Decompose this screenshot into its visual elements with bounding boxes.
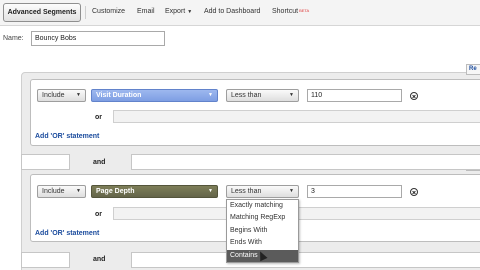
shortcut-button[interactable]: ShortcutBETA [272, 8, 309, 15]
include-dropdown[interactable]: Include ▼ [37, 89, 86, 102]
chevron-down-icon: ▼ [208, 92, 213, 98]
value-input[interactable]: 3 [307, 185, 402, 198]
add-or-statement-link[interactable]: Add 'OR' statement [35, 133, 99, 140]
close-icon[interactable] [410, 188, 418, 196]
operator-label: Less than [231, 92, 262, 99]
export-button[interactable]: Export ▼ [165, 8, 192, 15]
include-label: Include [42, 188, 65, 195]
or-label: or [95, 114, 102, 121]
operator-option[interactable]: Exactly matching [227, 200, 298, 212]
metric-label: Visit Duration [96, 92, 142, 99]
operator-label: Less than [231, 188, 262, 195]
or-label: or [95, 211, 102, 218]
chevron-down-icon: ▼ [76, 92, 81, 98]
metric-label: Page Depth [96, 188, 135, 195]
add-or-statement-link[interactable]: Add 'OR' statement [35, 230, 99, 237]
customize-button[interactable]: Customize [92, 8, 125, 15]
and-spacer-box [131, 252, 480, 268]
metric-dropdown[interactable]: Page Depth ▼ [91, 185, 218, 198]
add-to-dashboard-button[interactable]: Add to Dashboard [204, 8, 260, 15]
chevron-down-icon: ▼ [76, 188, 81, 194]
operator-dropdown[interactable]: Less than ▼ [226, 89, 299, 102]
and-spacer-box [21, 154, 70, 170]
export-label: Export [165, 8, 186, 15]
advanced-segments-button[interactable]: Advanced Segments [3, 3, 81, 22]
include-label: Include [42, 92, 65, 99]
operator-option[interactable]: Matching RegExp [227, 212, 298, 224]
shortcut-label: Shortcut [272, 8, 299, 15]
chevron-down-icon: ▼ [289, 188, 294, 194]
name-label: Name: [3, 35, 24, 42]
operator-dropdown[interactable]: Less than ▼ [226, 185, 299, 198]
include-dropdown[interactable]: Include ▼ [37, 185, 86, 198]
toolbar: Advanced Segments Customize Email Export… [0, 0, 480, 26]
value-input[interactable]: 110 [307, 89, 402, 102]
segment-name-input[interactable]: Bouncy Bobs [31, 31, 165, 46]
or-placeholder [113, 110, 480, 123]
operator-option[interactable]: Ends With [227, 237, 298, 249]
beta-badge: BETA [299, 8, 310, 13]
chevron-down-icon: ▼ [187, 9, 193, 15]
operator-option[interactable]: Begins With [227, 225, 298, 237]
toolbar-separator [85, 6, 86, 19]
and-spacer-box [131, 154, 480, 170]
and-spacer-box [21, 252, 70, 268]
and-label: and [93, 159, 106, 166]
remove-condition-button[interactable]: Re [466, 64, 480, 75]
chevron-down-icon: ▼ [289, 92, 294, 98]
chevron-down-icon: ▼ [208, 188, 213, 194]
email-button[interactable]: Email [137, 8, 155, 15]
metric-dropdown[interactable]: Visit Duration ▼ [91, 89, 218, 102]
close-icon[interactable] [410, 92, 418, 100]
and-label: and [93, 256, 106, 263]
